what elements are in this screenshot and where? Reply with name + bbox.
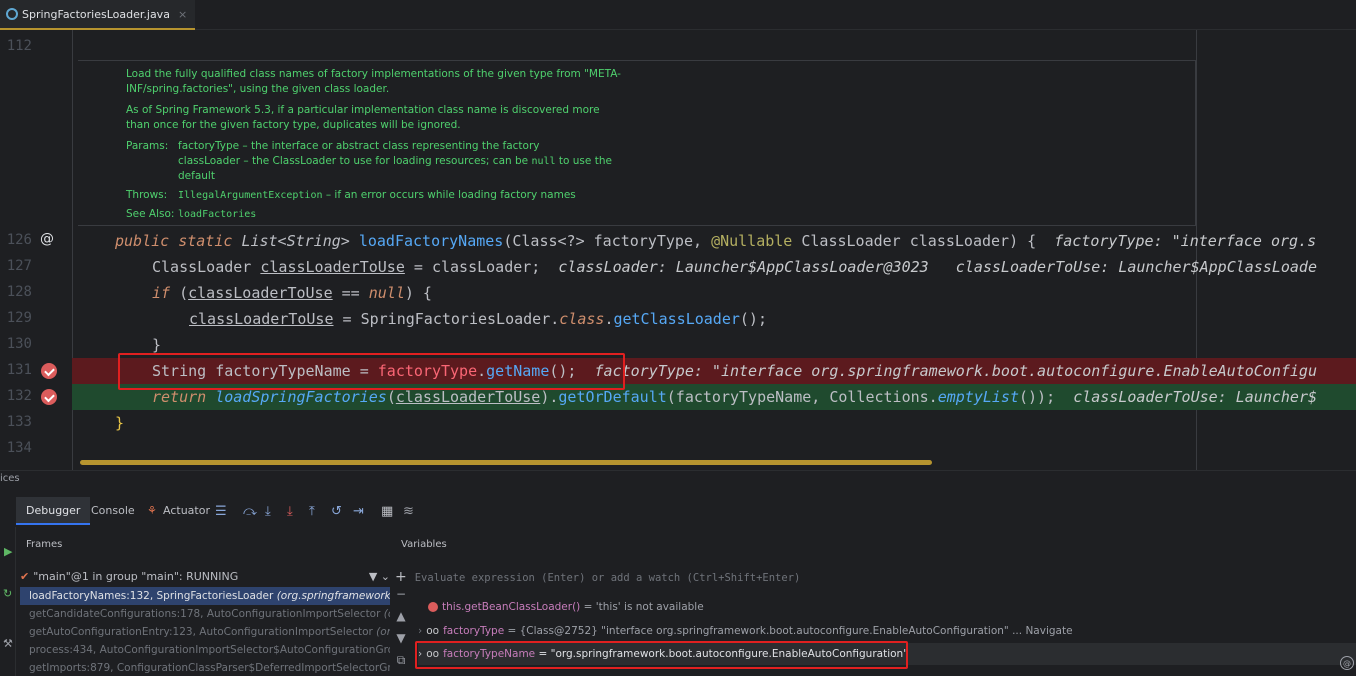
drop-frame-icon[interactable]: ↺ (331, 504, 342, 519)
params-label: Params: (126, 140, 169, 152)
thread-selector[interactable]: ✔ "main"@1 in group "main": RUNNING ▼ ⌄ (20, 567, 390, 587)
frames-header: Frames (26, 539, 63, 550)
highlight-box-line-131 (118, 353, 625, 390)
tab-label: SpringFactoriesLoader.java (22, 7, 170, 21)
add-watch-icon[interactable]: + (395, 569, 407, 585)
debug-tool-window: ices ▶ ↻ ⚒ Debugger Console ⚘ Actuator ☰… (0, 470, 1356, 676)
debug-side-toolbar: ▶ ↻ ⚒ (0, 527, 16, 676)
line-number: 126 (6, 232, 32, 248)
stack-frame[interactable]: getImports:879, ConfigurationClassParser… (20, 659, 390, 676)
minus-icon[interactable]: − (392, 587, 410, 609)
debugger-tab-strip: Debugger Console ⚘ Actuator ☰ ⤼ ⤓ ⤓ ⤒ ↺ … (0, 497, 1356, 525)
settings-wrench-icon[interactable]: ⚒ (3, 637, 13, 650)
ai-assistant-icon[interactable]: @ (1340, 656, 1354, 670)
code-line-129[interactable]: classLoaderToUse = SpringFactoriesLoader… (72, 306, 1356, 332)
inline-debug-hint: factoryType: "interface org.s (1054, 232, 1317, 250)
tab-debugger[interactable]: Debugger (16, 497, 91, 525)
field-icon: oo (426, 625, 440, 637)
line-number: 112 (6, 38, 32, 54)
tab-console[interactable]: Console (91, 497, 135, 525)
variable-row[interactable]: › oo factoryType = {Class@2752} "interface… (418, 620, 1356, 642)
line-number: 127 (6, 258, 32, 274)
horizontal-scrollbar[interactable] (80, 460, 932, 465)
param-classloader: classLoader – the ClassLoader to use for… (178, 155, 612, 182)
run-to-cursor-icon[interactable]: ⇥ (353, 504, 364, 519)
variables-header: Variables (401, 539, 447, 550)
breakpoint-icon[interactable] (41, 363, 57, 379)
step-into-icon[interactable]: ⤓ (265, 504, 271, 519)
trace-icon[interactable]: ≋ (403, 504, 414, 519)
see-also-link[interactable]: loadFactories (178, 207, 256, 222)
code-editor[interactable]: 112 126 127 128 129 130 131 132 133 134 … (0, 30, 1356, 470)
stack-frame[interactable]: getAutoConfigurationEntry:123, AutoConfi… (20, 623, 390, 641)
tab-springfactoriesloader[interactable]: SpringFactoriesLoader.java × (0, 0, 196, 30)
override-at-icon[interactable]: @ (40, 231, 54, 247)
param-factorytype: factoryType – the interface or abstract … (178, 140, 540, 152)
throws-label: Throws: (126, 189, 168, 201)
actuator-icon[interactable]: ⚘ (147, 497, 157, 525)
line-number: 133 (6, 414, 32, 430)
step-over-icon[interactable]: ⤼ (243, 504, 257, 519)
evaluate-expression-input[interactable]: + Evaluate expression (Enter) or add a wa… (395, 567, 1356, 587)
line-number: 129 (6, 310, 32, 326)
line-number: 132 (6, 388, 32, 404)
tab-actuator[interactable]: Actuator (163, 497, 210, 525)
evaluate-icon[interactable]: ▦ (381, 504, 393, 519)
code-line-126[interactable]: public static List<String> loadFactoryNa… (72, 228, 1356, 254)
force-step-into-icon[interactable]: ⤓ (287, 504, 293, 519)
rendered-javadoc: Load the fully qualified class names of … (78, 60, 1196, 226)
stack-frame[interactable]: getCandidateConfigurations:178, AutoConf… (20, 605, 390, 623)
line-number: 130 (6, 336, 32, 352)
inline-debug-hint: factoryType: "interface org.springframew… (594, 362, 1317, 380)
up-arrow-icon[interactable]: ▲ (392, 609, 410, 631)
menu-icon[interactable]: ☰ (215, 504, 227, 519)
line-number: 128 (6, 284, 32, 300)
variable-row[interactable]: this.getBeanClassLoader() = 'this' is no… (418, 596, 1356, 618)
rerun-icon[interactable]: ↻ (3, 587, 12, 600)
line-number: 134 (6, 440, 32, 456)
stack-frame[interactable]: loadFactoryNames:132, SpringFactoriesLoa… (20, 587, 390, 605)
close-icon[interactable]: × (178, 8, 187, 21)
java-class-icon (6, 8, 18, 20)
throws-text: IllegalArgumentException – if an error o… (178, 189, 576, 201)
copy-icon[interactable]: ⧉ (392, 653, 410, 675)
see-also-label: See Also: (126, 208, 175, 220)
code-line-127[interactable]: ClassLoader classLoaderToUse = classLoad… (72, 254, 1356, 280)
breakpoint-icon[interactable] (41, 389, 57, 405)
inline-debug-hint: classLoader: Launcher$AppClassLoader@302… (558, 258, 929, 276)
services-label: ices (0, 473, 20, 484)
variables-side-toolbar: − ▲ ▼ ⧉ (392, 587, 410, 676)
highlight-box-variable (415, 641, 908, 669)
javadoc-summary: Load the fully qualified class names of … (126, 68, 621, 95)
stack-frame[interactable]: process:434, AutoConfigurationImportSele… (20, 641, 390, 659)
step-out-icon[interactable]: ⤒ (309, 504, 315, 519)
error-icon (428, 602, 438, 612)
line-gutter[interactable]: 112 126 127 128 129 130 131 132 133 134 … (0, 30, 72, 470)
inline-debug-hint: classLoaderToUse: Launcher$ (1073, 388, 1318, 406)
code-line-128[interactable]: if (classLoaderToUse == null) { (72, 280, 1356, 306)
resume-icon[interactable]: ▶ (4, 545, 12, 558)
filter-dropdown-icon[interactable]: ▼ ⌄ (369, 567, 390, 587)
editor-tab-bar: SpringFactoriesLoader.java × (0, 0, 1356, 30)
down-arrow-icon[interactable]: ▼ (392, 631, 410, 653)
code-line-133[interactable]: } (72, 410, 1356, 436)
line-number: 131 (6, 362, 32, 378)
check-icon: ✔ (20, 570, 30, 583)
navigate-link[interactable]: Navigate (1025, 625, 1072, 637)
javadoc-note: As of Spring Framework 5.3, if a particu… (126, 104, 600, 131)
inline-debug-hint: classLoaderToUse: Launcher$AppClassLoade (955, 258, 1317, 276)
